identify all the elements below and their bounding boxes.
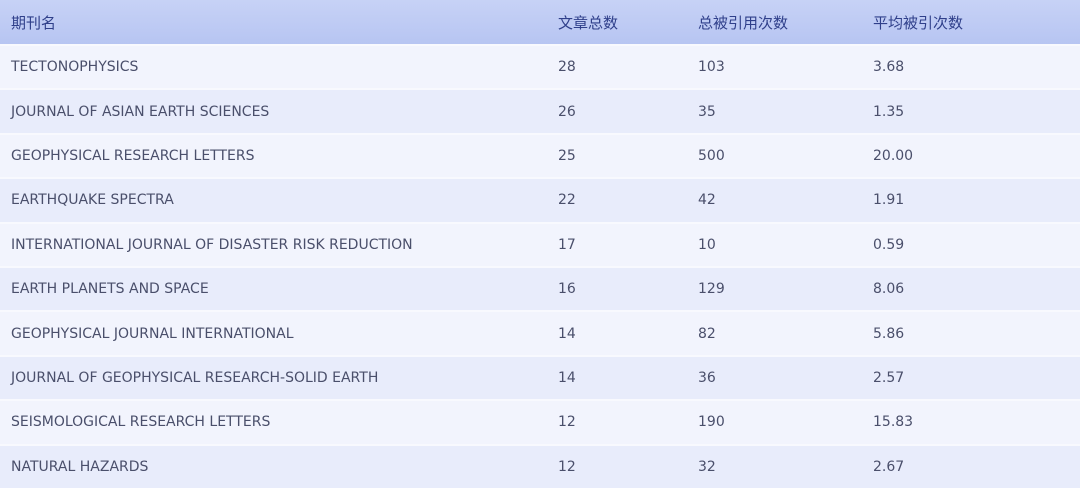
article-count-cell: 14 xyxy=(558,325,576,342)
total-citations-cell: 32 xyxy=(698,458,716,475)
avg-citations-cell: 0.59 xyxy=(873,236,905,253)
table-row[interactable]: INTERNATIONAL JOURNAL OF DISASTER RISK R… xyxy=(0,221,1080,266)
journal-citation-table: 期刊名 文章总数 总被引用次数 平均被引次数 TECTONOPHYSICS 28 1… xyxy=(0,0,1080,488)
journal-name-cell: JOURNAL OF ASIAN EARTH SCIENCES xyxy=(11,103,270,120)
total-citations-cell: 36 xyxy=(698,369,716,386)
article-count-cell: 28 xyxy=(558,59,576,76)
avg-citations-cell: 2.67 xyxy=(873,458,905,475)
header-avg-citations[interactable]: 平均被引次数 xyxy=(873,12,963,33)
avg-citations-cell: 1.91 xyxy=(873,192,905,209)
total-citations-cell: 82 xyxy=(698,325,716,342)
journal-name-cell: GEOPHYSICAL JOURNAL INTERNATIONAL xyxy=(11,325,294,342)
header-article-count[interactable]: 文章总数 xyxy=(558,12,618,33)
table-header-row: 期刊名 文章总数 总被引用次数 平均被引次数 xyxy=(0,0,1080,44)
article-count-cell: 26 xyxy=(558,103,576,120)
journal-name-cell: NATURAL HAZARDS xyxy=(11,458,149,475)
header-journal-name[interactable]: 期刊名 xyxy=(11,12,56,33)
journal-name-cell: JOURNAL OF GEOPHYSICAL RESEARCH-SOLID EA… xyxy=(11,369,379,386)
table-row[interactable]: GEOPHYSICAL RESEARCH LETTERS 25 500 20.00 xyxy=(0,132,1080,178)
table-row[interactable]: JOURNAL OF ASIAN EARTH SCIENCES 26 35 1.35 xyxy=(0,88,1080,133)
avg-citations-cell: 1.35 xyxy=(873,103,905,120)
table-row[interactable]: TECTONOPHYSICS 28 103 3.68 xyxy=(0,44,1080,89)
avg-citations-cell: 3.68 xyxy=(873,59,905,76)
avg-citations-cell: 2.57 xyxy=(873,369,905,386)
table-body: TECTONOPHYSICS 28 103 3.68 JOURNAL OF ASIAN … xyxy=(0,44,1080,488)
avg-citations-cell: 20.00 xyxy=(873,147,914,164)
journal-name-cell: EARTH PLANETS AND SPACE xyxy=(11,281,209,298)
journal-name-cell: INTERNATIONAL JOURNAL OF DISASTER RISK R… xyxy=(11,236,413,253)
total-citations-cell: 190 xyxy=(698,414,725,431)
journal-name-cell: SEISMOLOGICAL RESEARCH LETTERS xyxy=(11,414,271,431)
avg-citations-cell: 15.83 xyxy=(873,414,914,431)
total-citations-cell: 35 xyxy=(698,103,716,120)
journal-name-cell: GEOPHYSICAL RESEARCH LETTERS xyxy=(11,147,255,164)
avg-citations-cell: 8.06 xyxy=(873,281,905,298)
header-total-citations[interactable]: 总被引用次数 xyxy=(698,12,788,33)
article-count-cell: 16 xyxy=(558,281,576,298)
total-citations-cell: 103 xyxy=(698,59,725,76)
journal-name-cell: TECTONOPHYSICS xyxy=(11,59,139,76)
table-row[interactable]: EARTHQUAKE SPECTRA 22 42 1.91 xyxy=(0,177,1080,222)
total-citations-cell: 10 xyxy=(698,236,716,253)
table-row[interactable]: JOURNAL OF GEOPHYSICAL RESEARCH-SOLID EA… xyxy=(0,354,1080,400)
total-citations-cell: 500 xyxy=(698,147,725,164)
article-count-cell: 22 xyxy=(558,192,576,209)
article-count-cell: 12 xyxy=(558,414,576,431)
table-row[interactable]: NATURAL HAZARDS 12 32 2.67 xyxy=(0,443,1080,488)
table-row[interactable]: EARTH PLANETS AND SPACE 16 129 8.06 xyxy=(0,265,1080,311)
article-count-cell: 14 xyxy=(558,369,576,386)
total-citations-cell: 42 xyxy=(698,192,716,209)
table-row[interactable]: SEISMOLOGICAL RESEARCH LETTERS 12 190 15.83 xyxy=(0,399,1080,444)
article-count-cell: 25 xyxy=(558,147,576,164)
journal-name-cell: EARTHQUAKE SPECTRA xyxy=(11,192,174,209)
article-count-cell: 12 xyxy=(558,458,576,475)
total-citations-cell: 129 xyxy=(698,281,725,298)
article-count-cell: 17 xyxy=(558,236,576,253)
avg-citations-cell: 5.86 xyxy=(873,325,905,342)
table-row[interactable]: GEOPHYSICAL JOURNAL INTERNATIONAL 14 82 5.8… xyxy=(0,310,1080,355)
